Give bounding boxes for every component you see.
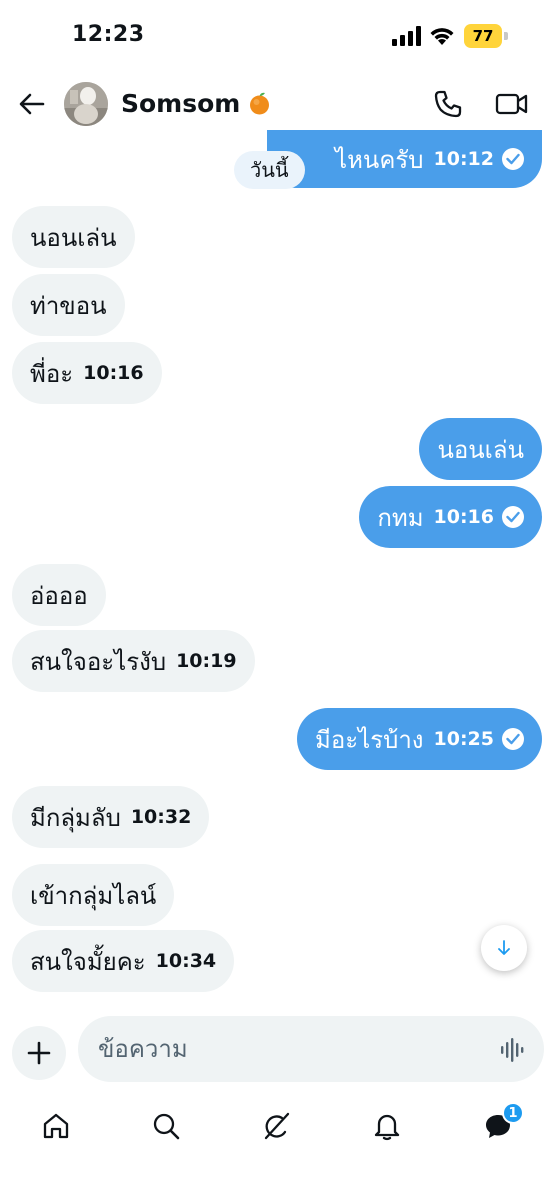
plus-icon: [27, 1041, 51, 1065]
message-text: อ่อออ: [30, 581, 88, 610]
nav-search[interactable]: [146, 1106, 186, 1146]
message-text: สนใจอะไรงับ: [30, 647, 167, 676]
message-text: สนใจมั้ยคะ: [30, 947, 146, 976]
battery-tip: [504, 32, 508, 40]
message-bubble-outgoing[interactable]: ไหนครับ 10:12: [267, 130, 542, 188]
status-bar: 12:23 77: [0, 0, 554, 72]
cellular-signal-icon: [392, 26, 421, 46]
message-text: นอนเล่น: [30, 223, 117, 252]
voice-message-icon[interactable]: [500, 1036, 528, 1064]
messages-badge: 1: [502, 1102, 524, 1124]
message-time: 10:16: [433, 506, 494, 528]
message-bubble-incoming[interactable]: พี่อะ 10:16: [12, 342, 162, 404]
grok-icon: [264, 1112, 290, 1140]
phone-call-icon[interactable]: [432, 88, 464, 120]
avatar[interactable]: [64, 82, 108, 126]
arrow-left-icon: [19, 93, 45, 115]
message-time: 10:25: [433, 728, 494, 750]
contact-name[interactable]: Somsom: [121, 89, 240, 118]
status-time: 12:23: [72, 22, 145, 47]
read-check-icon: [502, 148, 524, 170]
message-time: 10:12: [433, 148, 494, 170]
message-bubble-incoming[interactable]: นอนเล่น: [12, 206, 135, 268]
back-button[interactable]: [14, 86, 50, 122]
search-icon: [153, 1113, 180, 1140]
message-time: 10:32: [130, 806, 192, 828]
message-bubble-incoming[interactable]: สนใจมั้ยคะ 10:34: [12, 930, 235, 992]
message-input-container[interactable]: [78, 1016, 544, 1082]
battery-level: 77: [464, 24, 502, 48]
orange-emoji-icon: [250, 92, 269, 115]
message-bubble-incoming[interactable]: ท่าขอน: [12, 274, 125, 336]
battery-indicator: 77: [464, 24, 508, 48]
scroll-to-bottom-button[interactable]: [481, 925, 527, 971]
message-time: 10:19: [176, 650, 237, 672]
message-text: นอนเล่น: [437, 435, 524, 464]
message-bubble-outgoing[interactable]: กทม 10:16: [359, 486, 542, 548]
bottom-navigation: 1: [0, 1092, 554, 1200]
message-text: กทม: [377, 503, 424, 532]
message-list[interactable]: ไหนครับ 10:12 วันนี้ นอนเล่น ท่าขอน พี่อ…: [0, 130, 554, 1000]
message-composer: [0, 1014, 554, 1086]
message-time: 10:34: [155, 950, 217, 972]
chat-header: Somsom: [0, 72, 554, 138]
message-text: เข้ากลุ่มไลน์: [30, 881, 157, 910]
nav-home[interactable]: [36, 1106, 76, 1146]
message-input[interactable]: [98, 1016, 478, 1082]
message-bubble-incoming[interactable]: สนใจอะไรงับ 10:19: [12, 630, 255, 692]
date-separator: วันนี้: [234, 151, 305, 189]
nav-notifications[interactable]: [367, 1106, 407, 1146]
message-bubble-outgoing[interactable]: นอนเล่น: [419, 418, 542, 480]
arrow-down-icon: [498, 940, 510, 955]
message-time: 10:16: [83, 362, 144, 384]
avatar-photo: [64, 82, 108, 126]
nav-grok[interactable]: [257, 1106, 297, 1146]
message-text: ไหนครับ: [335, 145, 424, 174]
message-bubble-incoming[interactable]: อ่อออ: [12, 564, 106, 626]
message-bubble-outgoing[interactable]: มีอะไรบ้าง 10:25: [297, 708, 542, 770]
message-bubble-incoming[interactable]: เข้ากลุ่มไลน์: [12, 864, 175, 926]
message-text: พี่อะ: [30, 359, 74, 388]
message-text: มีกลุ่มลับ: [30, 803, 121, 832]
message-text: มีอะไรบ้าง: [315, 725, 424, 754]
read-check-icon: [502, 728, 524, 750]
notifications-icon: [374, 1114, 400, 1141]
video-call-icon[interactable]: [494, 88, 530, 120]
add-attachment-button[interactable]: [12, 1026, 66, 1080]
read-check-icon: [502, 506, 524, 528]
wifi-icon: [430, 28, 454, 45]
message-bubble-incoming[interactable]: มีกลุ่มลับ 10:32: [12, 786, 210, 848]
message-text: ท่าขอน: [30, 291, 107, 320]
home-icon: [43, 1113, 69, 1139]
